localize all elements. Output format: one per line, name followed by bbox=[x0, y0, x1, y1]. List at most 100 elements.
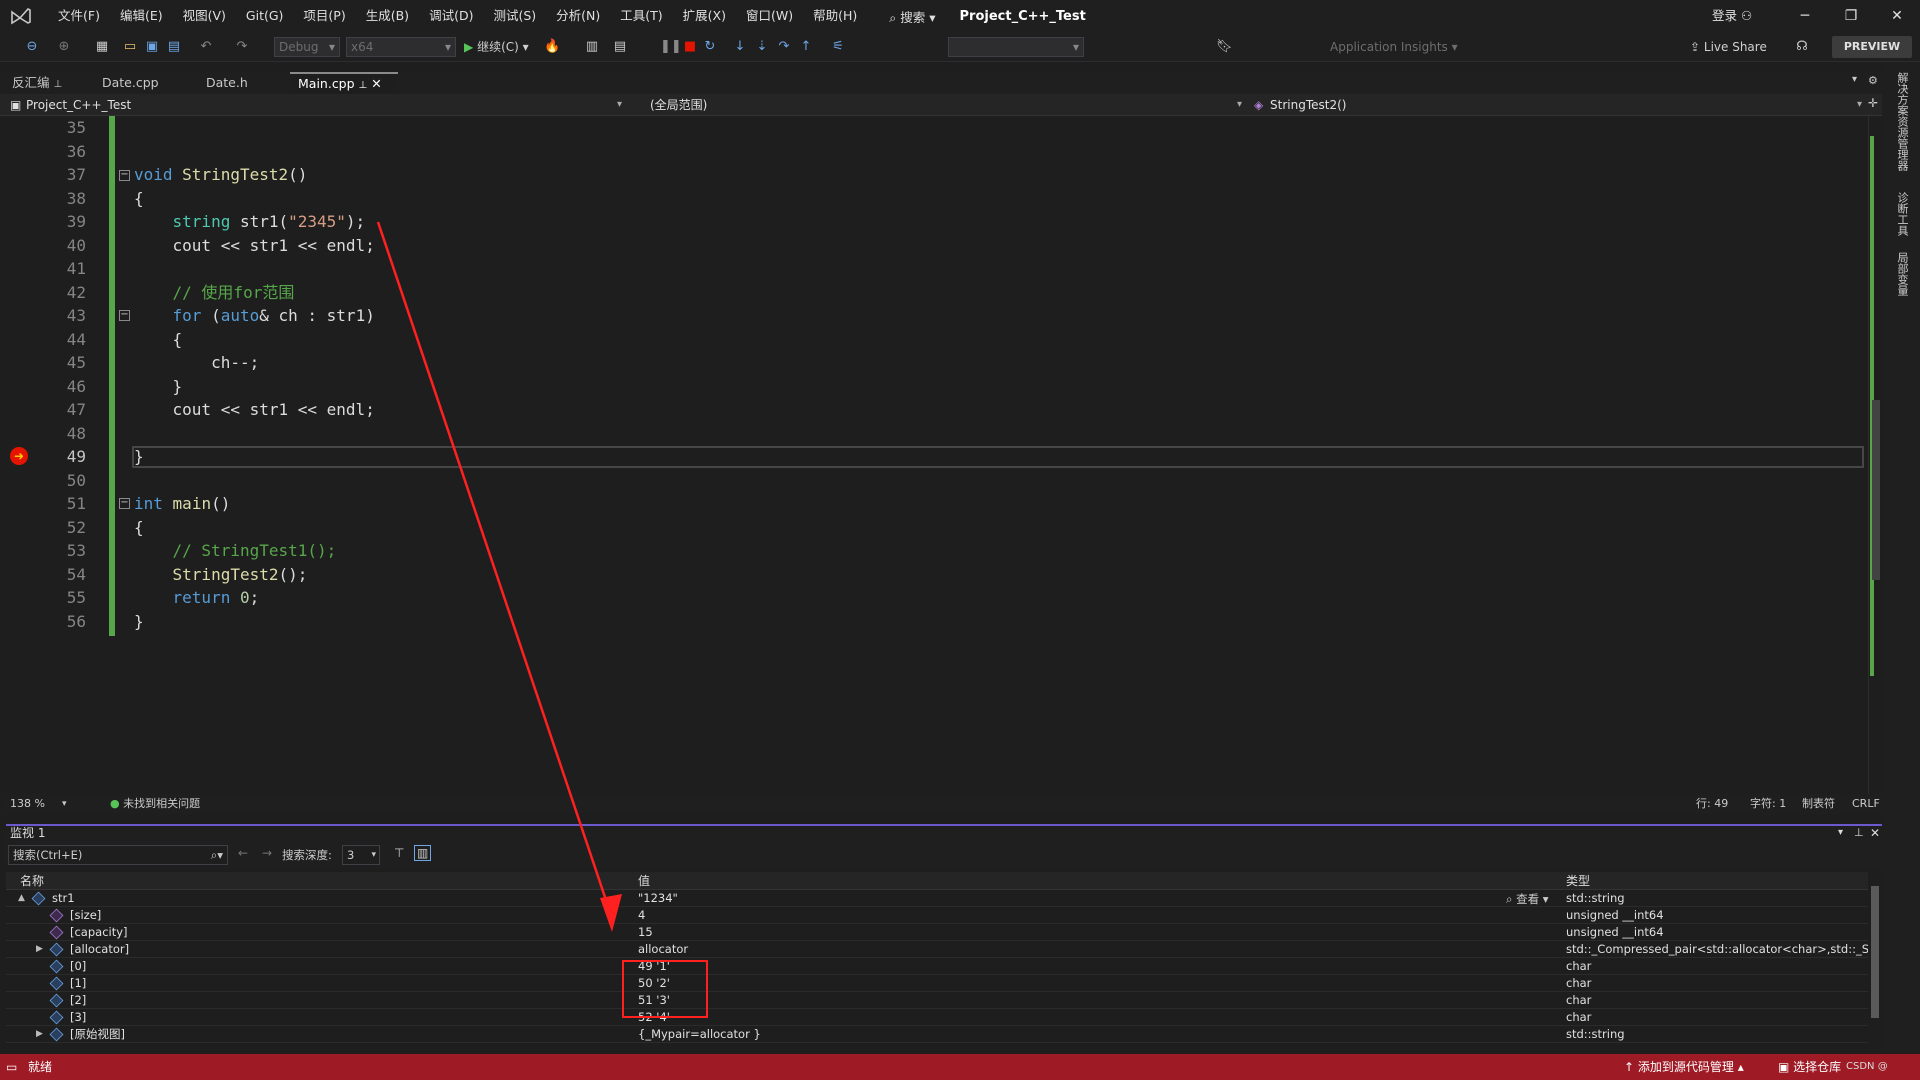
forward-icon[interactable]: ⊕ bbox=[56, 39, 72, 55]
back-icon[interactable]: ⊖ bbox=[24, 39, 40, 55]
watch-row[interactable]: [2] 51 '3' char bbox=[6, 992, 1868, 1009]
live-share-button[interactable]: ⇪ Live Share bbox=[1690, 38, 1767, 56]
fold-toggle-icon[interactable]: − bbox=[119, 310, 130, 321]
menu-window[interactable]: 窗口(W) bbox=[736, 0, 803, 32]
redo-icon[interactable]: ↷ bbox=[234, 39, 250, 55]
application-insights-button[interactable]: Application Insights ▾ bbox=[1330, 38, 1458, 56]
menu-tools[interactable]: 工具(T) bbox=[610, 0, 672, 32]
watch-row[interactable]: ▲ str1 "1234" std::string bbox=[6, 890, 1868, 907]
zoom-level[interactable]: 138 % bbox=[10, 794, 45, 814]
hex-display-icon[interactable]: ⚟ bbox=[830, 39, 846, 55]
code-line[interactable]: // 使用for范围 bbox=[134, 281, 295, 305]
platform-select[interactable]: x64 ▾ bbox=[346, 37, 456, 57]
pin-icon[interactable]: ⊥ bbox=[54, 79, 63, 90]
bookmark-icon[interactable]: 🔖︎ bbox=[1216, 39, 1233, 55]
expand-toggle-icon[interactable]: ▶ bbox=[36, 1026, 43, 1043]
code-line[interactable]: } bbox=[134, 445, 144, 469]
browser-link-icon[interactable]: ▥ bbox=[584, 39, 600, 55]
code-line[interactable]: return 0; bbox=[134, 586, 260, 610]
menu-project[interactable]: 项目(P) bbox=[293, 0, 355, 32]
preview-button[interactable]: PREVIEW bbox=[1832, 36, 1912, 58]
tab-list-dropdown-icon[interactable]: ▾ bbox=[1852, 74, 1857, 85]
watch-value[interactable]: allocator bbox=[638, 941, 688, 958]
stack-frame-select[interactable]: ▾ bbox=[948, 37, 1084, 57]
tab-date-h[interactable]: Date.h bbox=[198, 72, 290, 94]
col-value[interactable]: 值 bbox=[638, 872, 650, 890]
char-indicator[interactable]: 字符: 1 bbox=[1750, 794, 1786, 814]
close-tab-icon[interactable]: ✕ bbox=[371, 76, 381, 91]
watch-row[interactable]: [0] 49 '1' char bbox=[6, 958, 1868, 975]
hex-toggle-icon[interactable]: ▥ bbox=[414, 845, 432, 861]
pause-icon[interactable]: ❚❚ bbox=[660, 39, 682, 55]
diagnostic-tools-tab[interactable]: 诊断工具 bbox=[1894, 192, 1910, 236]
project-select[interactable]: ▣ Project_C++_Test ▾ bbox=[6, 96, 626, 114]
config-select[interactable]: Debug ▾ bbox=[274, 37, 340, 57]
code-line[interactable]: void StringTest2() bbox=[134, 163, 307, 187]
panel-close-icon[interactable]: ✕ bbox=[1870, 824, 1880, 842]
execution-pointer-icon[interactable]: ➜ bbox=[10, 447, 28, 465]
login-button[interactable]: 登录 ⚇ bbox=[1712, 0, 1752, 32]
new-project-icon[interactable]: ▦ bbox=[94, 39, 110, 55]
function-select[interactable]: ◈ StringTest2() ▾ bbox=[1250, 96, 1866, 114]
watch-search-input[interactable]: 搜索(Ctrl+E) ⌕▾ bbox=[8, 845, 228, 865]
panel-pin-icon[interactable]: ⊥ bbox=[1854, 824, 1864, 842]
split-icon[interactable]: ✛ bbox=[1868, 96, 1878, 110]
fold-toggle-icon[interactable]: − bbox=[119, 498, 130, 509]
menu-analyze[interactable]: 分析(N) bbox=[546, 0, 610, 32]
panel-menu-icon[interactable]: ▾ bbox=[1838, 824, 1843, 842]
watch-row[interactable]: [3] 52 '4' char bbox=[6, 1009, 1868, 1026]
code-line[interactable]: { bbox=[134, 328, 183, 352]
restore-button[interactable]: ❐ bbox=[1828, 0, 1874, 32]
solution-explorer-tab[interactable]: 解决方案资源管理器 bbox=[1894, 72, 1910, 171]
code-line[interactable]: ch--; bbox=[134, 351, 259, 375]
open-folder-icon[interactable]: ▭ bbox=[122, 39, 138, 55]
code-line[interactable]: } bbox=[134, 610, 144, 634]
code-line[interactable]: cout << str1 << endl; bbox=[134, 398, 375, 422]
expand-toggle-icon[interactable]: ▲ bbox=[18, 890, 25, 907]
continue-button[interactable]: ▶ 继续(C) ▾ bbox=[464, 38, 529, 56]
watch-value[interactable]: "1234" bbox=[638, 890, 678, 907]
close-window-button[interactable]: ✕ bbox=[1874, 0, 1920, 32]
watch-table[interactable]: ▲ str1 "1234" std::string [size] 4 unsigned __… bbox=[6, 890, 1876, 1044]
fold-toggle-icon[interactable]: − bbox=[119, 170, 130, 181]
zoom-dropdown-icon[interactable]: ▾ bbox=[62, 794, 67, 814]
menu-view[interactable]: 视图(V) bbox=[173, 0, 236, 32]
layout-icon[interactable]: ▤ bbox=[612, 39, 628, 55]
watch-row[interactable]: [capacity] 15 unsigned __int64 bbox=[6, 924, 1868, 941]
view-visualizer-button[interactable]: ⌕ 查看 ▾ bbox=[1506, 891, 1549, 908]
locals-tab[interactable]: 局部变量 bbox=[1894, 252, 1910, 296]
save-all-icon[interactable]: ▤ bbox=[166, 39, 182, 55]
watch-row[interactable]: [1] 50 '2' char bbox=[6, 975, 1868, 992]
tab-main-cpp[interactable]: Main.cpp ⊥ ✕ bbox=[290, 72, 398, 94]
menu-file[interactable]: 文件(F) bbox=[48, 0, 110, 32]
menu-help[interactable]: 帮助(H) bbox=[803, 0, 867, 32]
step-over-icon[interactable]: ↷ bbox=[776, 39, 792, 55]
pin-to-source-icon[interactable]: ⊤ bbox=[394, 846, 404, 860]
settings-gear-icon[interactable]: ⚙ bbox=[1868, 74, 1878, 87]
minimize-button[interactable]: ─ bbox=[1782, 0, 1828, 32]
expand-toggle-icon[interactable]: ▶ bbox=[36, 941, 43, 958]
code-line[interactable]: for (auto& ch : str1) bbox=[134, 304, 375, 328]
menu-git[interactable]: Git(G) bbox=[236, 0, 294, 32]
scrollbar-thumb[interactable] bbox=[1872, 400, 1880, 580]
watch-row[interactable]: ▶ [allocator] allocator std::_Compressed_pa… bbox=[6, 941, 1876, 958]
scope-select[interactable]: (全局范围) ▾ bbox=[630, 96, 1246, 114]
stop-icon[interactable]: ■ bbox=[682, 39, 698, 55]
eol-indicator[interactable]: CRLF bbox=[1852, 794, 1880, 814]
col-name[interactable]: 名称 bbox=[20, 872, 44, 890]
tab-mode-indicator[interactable]: 制表符 bbox=[1802, 794, 1835, 814]
editor-vertical-scrollbar[interactable] bbox=[1868, 116, 1882, 794]
menu-test[interactable]: 测试(S) bbox=[483, 0, 546, 32]
scrollbar-thumb[interactable] bbox=[1871, 886, 1879, 1018]
code-line[interactable]: // StringTest1(); bbox=[134, 539, 337, 563]
code-line[interactable]: cout << str1 << endl; bbox=[134, 234, 375, 258]
menu-build[interactable]: 生成(B) bbox=[356, 0, 419, 32]
watch-row[interactable]: [size] 4 unsigned __int64 bbox=[6, 907, 1868, 924]
search-depth-select[interactable]: 3 ▾ bbox=[342, 845, 380, 865]
code-line[interactable]: } bbox=[134, 375, 183, 399]
restart-icon[interactable]: ↻ bbox=[702, 39, 718, 55]
line-indicator[interactable]: 行: 49 bbox=[1696, 794, 1728, 814]
pin-icon[interactable]: ⊥ bbox=[359, 80, 368, 91]
step-into-icon[interactable]: ⇣ bbox=[754, 39, 770, 55]
save-icon[interactable]: ▣ bbox=[144, 39, 160, 55]
